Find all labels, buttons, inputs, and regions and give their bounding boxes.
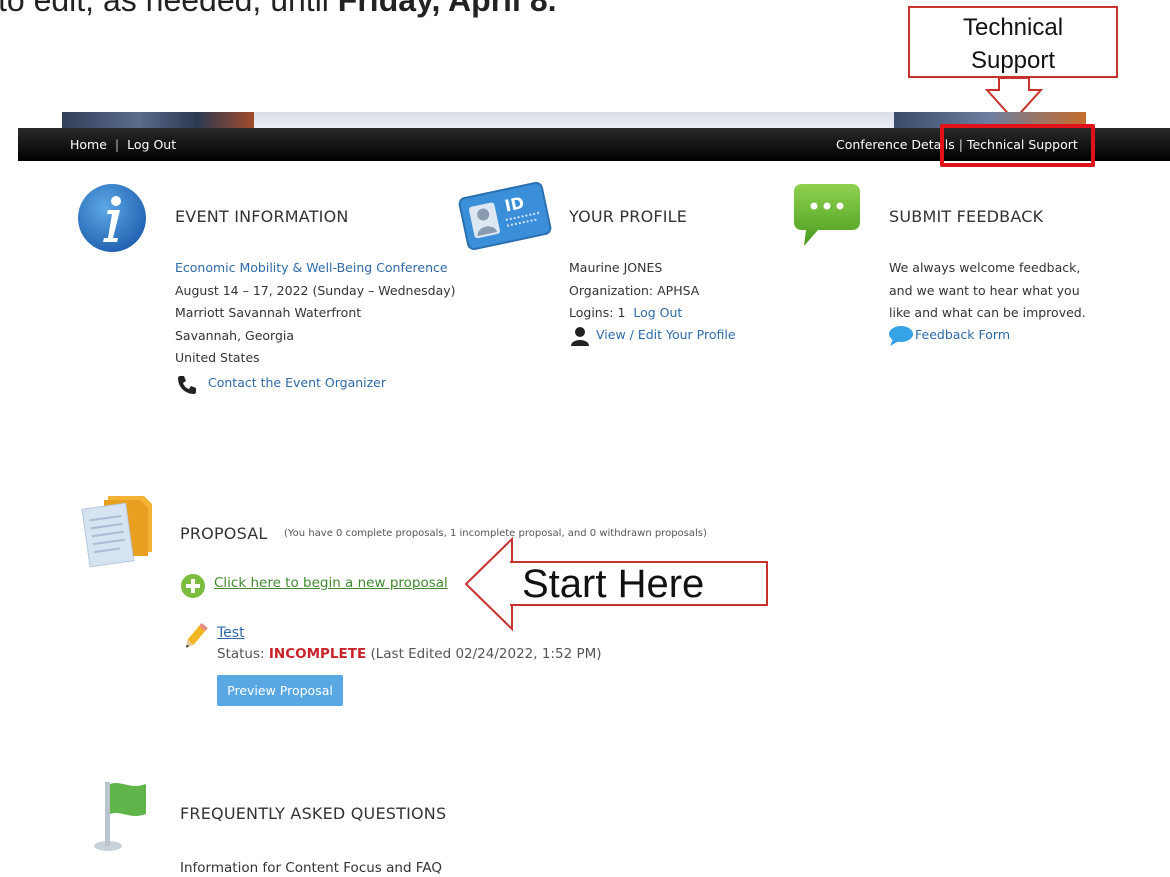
nav-home-link[interactable]: Home bbox=[70, 137, 107, 152]
callout-line-1: Technical bbox=[962, 14, 1064, 41]
speech-bubble-icon bbox=[889, 326, 913, 346]
feedback-text-line-3: like and what can be improved. bbox=[889, 305, 1086, 320]
info-icon bbox=[78, 184, 146, 252]
profile-organization: Organization: APHSA bbox=[569, 282, 700, 298]
id-card-icon: ID bbox=[458, 181, 552, 251]
preview-proposal-button[interactable]: Preview Proposal bbox=[217, 675, 343, 706]
technical-support-callout: Technical Support bbox=[908, 6, 1118, 78]
technical-support-highlight bbox=[940, 124, 1095, 167]
event-information-heading: EVENT INFORMATION bbox=[175, 207, 349, 226]
event-name-link[interactable]: Economic Mobility & Well-Being Conferenc… bbox=[175, 257, 456, 280]
flag-icon bbox=[94, 782, 146, 851]
instruction-text: to edit, as needed, until Friday, April … bbox=[0, 0, 557, 18]
feedback-text-line-1: We always welcome feedback, bbox=[889, 260, 1081, 275]
proposal-status: Status: INCOMPLETE (Last Edited 02/24/20… bbox=[217, 646, 602, 662]
feedback-form-link[interactable]: Feedback Form bbox=[915, 324, 1010, 347]
profile-logout-link[interactable]: Log Out bbox=[633, 305, 682, 320]
your-profile-heading: YOUR PROFILE bbox=[569, 207, 688, 226]
nav-separator: | bbox=[114, 137, 120, 152]
profile-logins: Logins: 1 Log Out bbox=[569, 305, 683, 320]
phone-icon bbox=[178, 376, 196, 394]
event-dates: August 14 – 17, 2022 (Sunday – Wednesday… bbox=[175, 282, 456, 298]
event-city: Savannah, Georgia bbox=[175, 327, 295, 343]
event-country: United States bbox=[175, 350, 260, 365]
svg-text:ID: ID bbox=[503, 193, 526, 216]
nav-conference-details-link[interactable]: Conference Details bbox=[836, 137, 955, 152]
pencil-icon bbox=[186, 622, 208, 648]
nav-left: Home | Log Out bbox=[70, 137, 176, 152]
faq-info-text: Information for Content Focus and FAQ bbox=[180, 860, 442, 876]
new-proposal-link[interactable]: Click here to begin a new proposal bbox=[214, 575, 448, 591]
contact-organizer-link[interactable]: Contact the Event Organizer bbox=[208, 372, 386, 395]
proposal-heading: PROPOSAL bbox=[180, 524, 268, 543]
proposal-title-link[interactable]: Test bbox=[217, 625, 245, 641]
status-badge: INCOMPLETE bbox=[268, 646, 367, 662]
documents-folder-icon bbox=[81, 496, 152, 568]
chat-bubble-icon bbox=[794, 184, 860, 246]
feedback-text-line-2: and we want to hear what you bbox=[889, 282, 1080, 298]
faq-heading: FREQUENTLY ASKED QUESTIONS bbox=[180, 804, 447, 823]
start-here-callout: Start Here bbox=[510, 561, 768, 606]
user-icon bbox=[571, 327, 589, 346]
add-circle-icon bbox=[181, 574, 205, 598]
event-venue: Marriott Savannah Waterfront bbox=[175, 305, 362, 320]
callout-line-2: Support bbox=[970, 47, 1056, 74]
start-here-arrow-left-icon bbox=[464, 537, 514, 631]
profile-name: Maurine JONES bbox=[569, 260, 663, 275]
submit-feedback-heading: SUBMIT FEEDBACK bbox=[889, 207, 1044, 226]
nav-logout-link[interactable]: Log Out bbox=[127, 137, 176, 152]
view-edit-profile-link[interactable]: View / Edit Your Profile bbox=[596, 324, 736, 347]
